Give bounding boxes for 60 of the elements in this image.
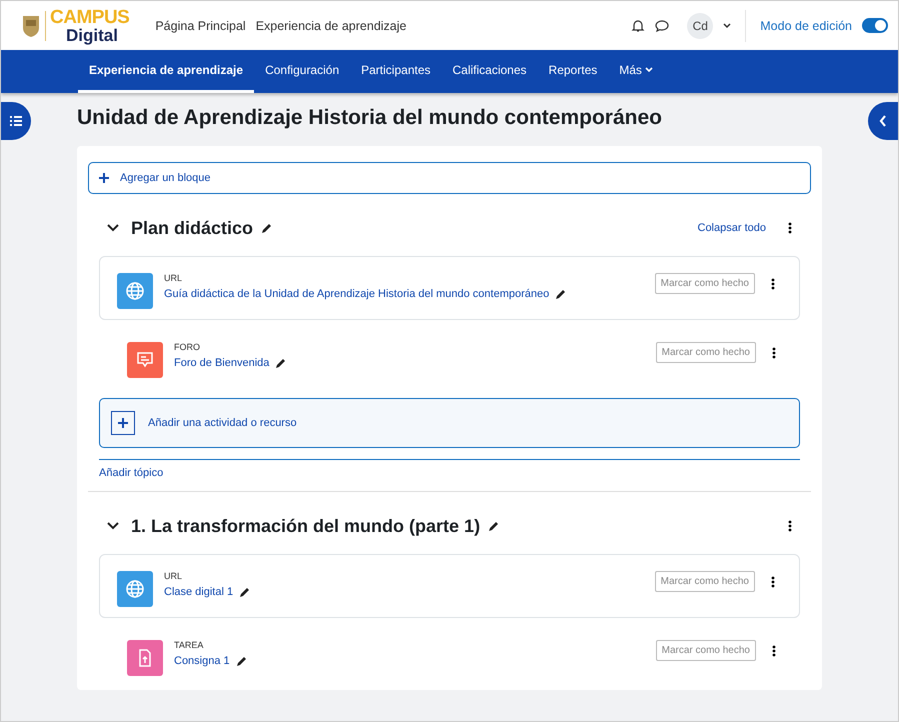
nav-tab[interactable]: Más	[608, 50, 664, 93]
nav-tab[interactable]: Configuración	[254, 50, 350, 93]
more-options-icon[interactable]	[771, 576, 775, 588]
collapse-chevron-icon[interactable]	[107, 522, 119, 530]
more-options-icon[interactable]	[788, 222, 792, 234]
logo-title: CAMPUS	[50, 8, 130, 26]
mark-done-button[interactable]: Marcar como hecho	[656, 342, 756, 363]
section-title: 1. La transformación del mundo (parte 1)	[131, 516, 480, 536]
university-seal-icon	[21, 14, 41, 38]
document-upload-icon[interactable]	[127, 640, 163, 676]
pencil-icon[interactable]	[261, 222, 272, 234]
nav-tab[interactable]: Calificaciones	[442, 50, 538, 93]
nav-tab[interactable]: Experiencia de aprendizaje	[78, 50, 254, 93]
caret-icon[interactable]	[723, 22, 732, 28]
section-title: Plan didáctico	[131, 218, 254, 238]
plus-icon[interactable]	[99, 173, 109, 183]
more-options-icon[interactable]	[772, 645, 776, 657]
activity-type: URL	[164, 571, 184, 581]
activity-link[interactable]: Foro de Bienvenida	[174, 357, 270, 369]
collapse-chevron-icon[interactable]	[107, 224, 119, 232]
globe-icon[interactable]	[117, 273, 153, 309]
pencil-icon[interactable]	[236, 656, 247, 666]
more-options-icon[interactable]	[772, 347, 776, 359]
activity-link[interactable]: Consigna 1	[174, 655, 230, 667]
plus-icon[interactable]	[118, 418, 128, 428]
activity-link[interactable]: Clase digital 1	[164, 586, 234, 598]
edit-mode-toggle[interactable]	[862, 18, 888, 33]
collapse-all-link[interactable]: Colapsar todo	[698, 222, 766, 234]
add-topic-link[interactable]: Añadir tópico	[99, 467, 164, 479]
activity-type: TAREA	[174, 640, 204, 650]
logo-subtitle: Digital	[66, 26, 119, 44]
bell-icon[interactable]	[631, 18, 646, 32]
nav-tab[interactable]: Reportes	[538, 50, 608, 93]
pencil-icon[interactable]	[488, 520, 500, 532]
pencil-icon[interactable]	[555, 288, 566, 300]
mark-done-button[interactable]: Marcar como hecho	[656, 640, 756, 661]
more-options-icon[interactable]	[771, 278, 775, 290]
activity-type: FORO	[174, 342, 201, 352]
activity-type: URL	[164, 273, 184, 283]
nav-link[interactable]: Experiencia de aprendizaje	[256, 18, 406, 32]
globe-icon[interactable]	[117, 571, 153, 607]
block-drawer-button[interactable]	[868, 102, 898, 140]
list-icon[interactable]	[10, 116, 22, 126]
more-options-icon[interactable]	[788, 520, 792, 532]
mark-done-button[interactable]: Marcar como hecho	[654, 571, 755, 592]
pencil-icon[interactable]	[275, 358, 286, 368]
edit-mode-label: Modo de edición	[760, 18, 852, 32]
nav-link[interactable]: Página Principal	[155, 18, 246, 32]
mark-done-button[interactable]: Marcar como hecho	[654, 273, 755, 294]
chevron-left-icon[interactable]	[879, 115, 887, 127]
course-index-button[interactable]	[1, 102, 31, 140]
pencil-icon[interactable]	[239, 586, 250, 598]
add-block-button[interactable]: Agregar un bloque	[88, 162, 811, 194]
user-avatar[interactable]: Cd	[687, 12, 714, 38]
add-activity-button[interactable]: Añadir una actividad o recurso	[99, 398, 800, 448]
chat-icon[interactable]	[655, 18, 670, 32]
speech-bubble-icon[interactable]	[127, 342, 163, 378]
nav-tab[interactable]: Participantes	[350, 50, 442, 93]
page-title: Unidad de Aprendizaje Historia del mundo contemporáneo	[77, 106, 663, 130]
activity-link[interactable]: Guía didáctica de la Unidad de Aprendizaje Historia del mundo contemporáneo	[164, 288, 550, 300]
